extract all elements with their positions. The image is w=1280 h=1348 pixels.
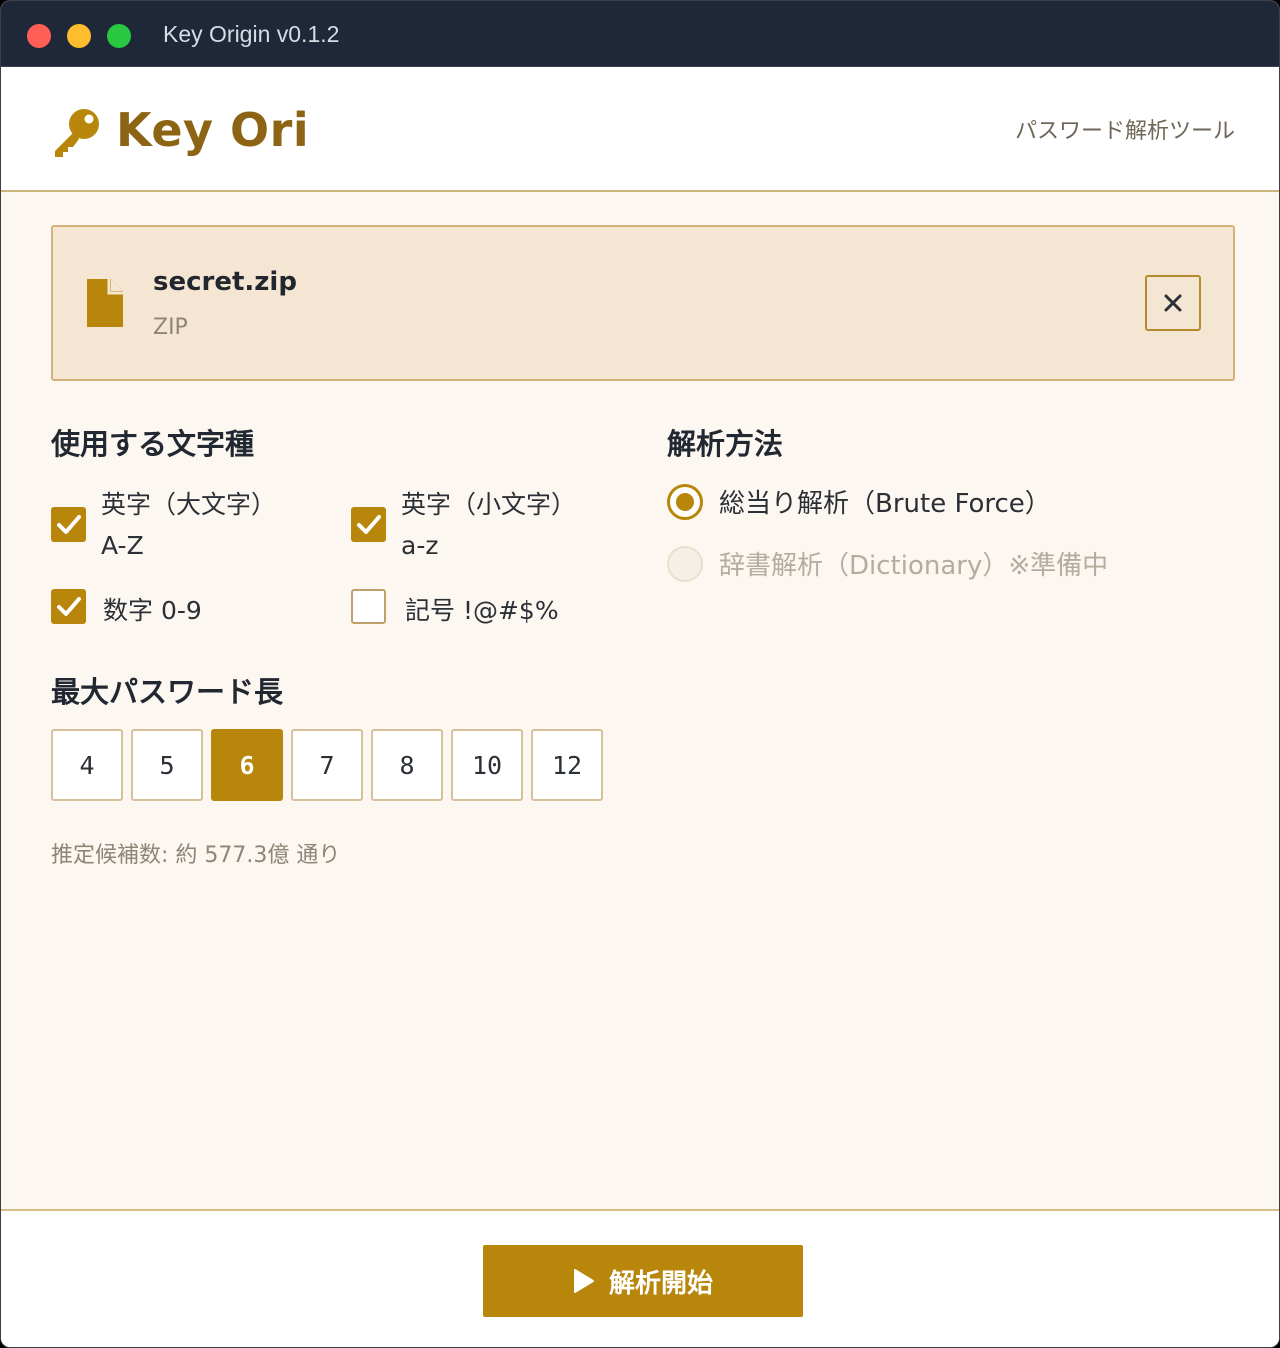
checkbox-label: 数字 0-9 bbox=[103, 596, 202, 625]
check-icon bbox=[357, 515, 381, 534]
checkbox-checked[interactable] bbox=[51, 589, 86, 624]
title-bar: Key Origin v0.1.2 bbox=[1, 1, 1279, 67]
length-option-button[interactable]: 7 bbox=[291, 729, 363, 801]
check-icon bbox=[57, 515, 81, 534]
window-maximize-button[interactable] bbox=[107, 24, 131, 48]
start-analysis-button[interactable]: 解析開始 bbox=[483, 1245, 803, 1317]
window-minimize-button[interactable] bbox=[67, 24, 91, 48]
close-icon bbox=[1164, 294, 1182, 312]
length-option-button[interactable]: 10 bbox=[451, 729, 523, 801]
file-name: secret.zip bbox=[153, 267, 297, 297]
play-icon bbox=[573, 1269, 594, 1293]
estimated-candidates: 推定候補数: 約 577.3億 通り bbox=[51, 843, 341, 868]
checkbox-sublabel: A-Z bbox=[101, 531, 144, 560]
check-icon bbox=[57, 597, 81, 616]
checkbox-label: 英字（小文字） bbox=[401, 490, 577, 519]
length-option-button[interactable]: 12 bbox=[531, 729, 603, 801]
checkbox-label: 記号 !@#$% bbox=[405, 596, 559, 625]
radio-selected[interactable] bbox=[667, 484, 703, 520]
radio-disabled bbox=[667, 546, 703, 582]
max-length-title: 最大パスワード長 bbox=[51, 675, 284, 709]
window-title: Key Origin v0.1.2 bbox=[163, 21, 340, 47]
length-option-button[interactable]: 5 bbox=[131, 729, 203, 801]
length-option-button[interactable]: 8 bbox=[371, 729, 443, 801]
checkbox-label: 英字（大文字） bbox=[101, 490, 277, 519]
start-analysis-label: 解析開始 bbox=[608, 1268, 713, 1299]
charset-title: 使用する文字種 bbox=[51, 427, 255, 461]
checkbox-checked[interactable] bbox=[351, 507, 386, 542]
header-subtitle: パスワード解析ツール bbox=[1014, 119, 1235, 144]
app-logo-text: Key Ori bbox=[116, 103, 310, 157]
app-header: Key Ori パスワード解析ツール bbox=[1, 67, 1279, 192]
file-icon bbox=[87, 277, 125, 327]
key-icon bbox=[55, 109, 99, 157]
file-type: ZIP bbox=[153, 315, 188, 340]
remove-file-button[interactable] bbox=[1145, 275, 1201, 331]
length-option-button[interactable]: 4 bbox=[51, 729, 123, 801]
window-close-button[interactable] bbox=[27, 24, 51, 48]
footer-bar: 解析開始 bbox=[1, 1209, 1279, 1347]
radio-label: 辞書解析（Dictionary）※準備中 bbox=[719, 551, 1109, 581]
app-window: Key Origin v0.1.2 Key Ori パスワード解析ツール sec… bbox=[0, 0, 1280, 1348]
checkbox-checked[interactable] bbox=[51, 507, 86, 542]
checkbox-unchecked[interactable] bbox=[351, 589, 386, 624]
radio-label: 総当り解析（Brute Force） bbox=[719, 489, 1051, 519]
method-title: 解析方法 bbox=[667, 427, 784, 461]
selected-file-card: secret.zip ZIP bbox=[51, 225, 1235, 381]
checkbox-sublabel: a-z bbox=[401, 531, 439, 560]
length-option-button-selected[interactable]: 6 bbox=[211, 729, 283, 801]
